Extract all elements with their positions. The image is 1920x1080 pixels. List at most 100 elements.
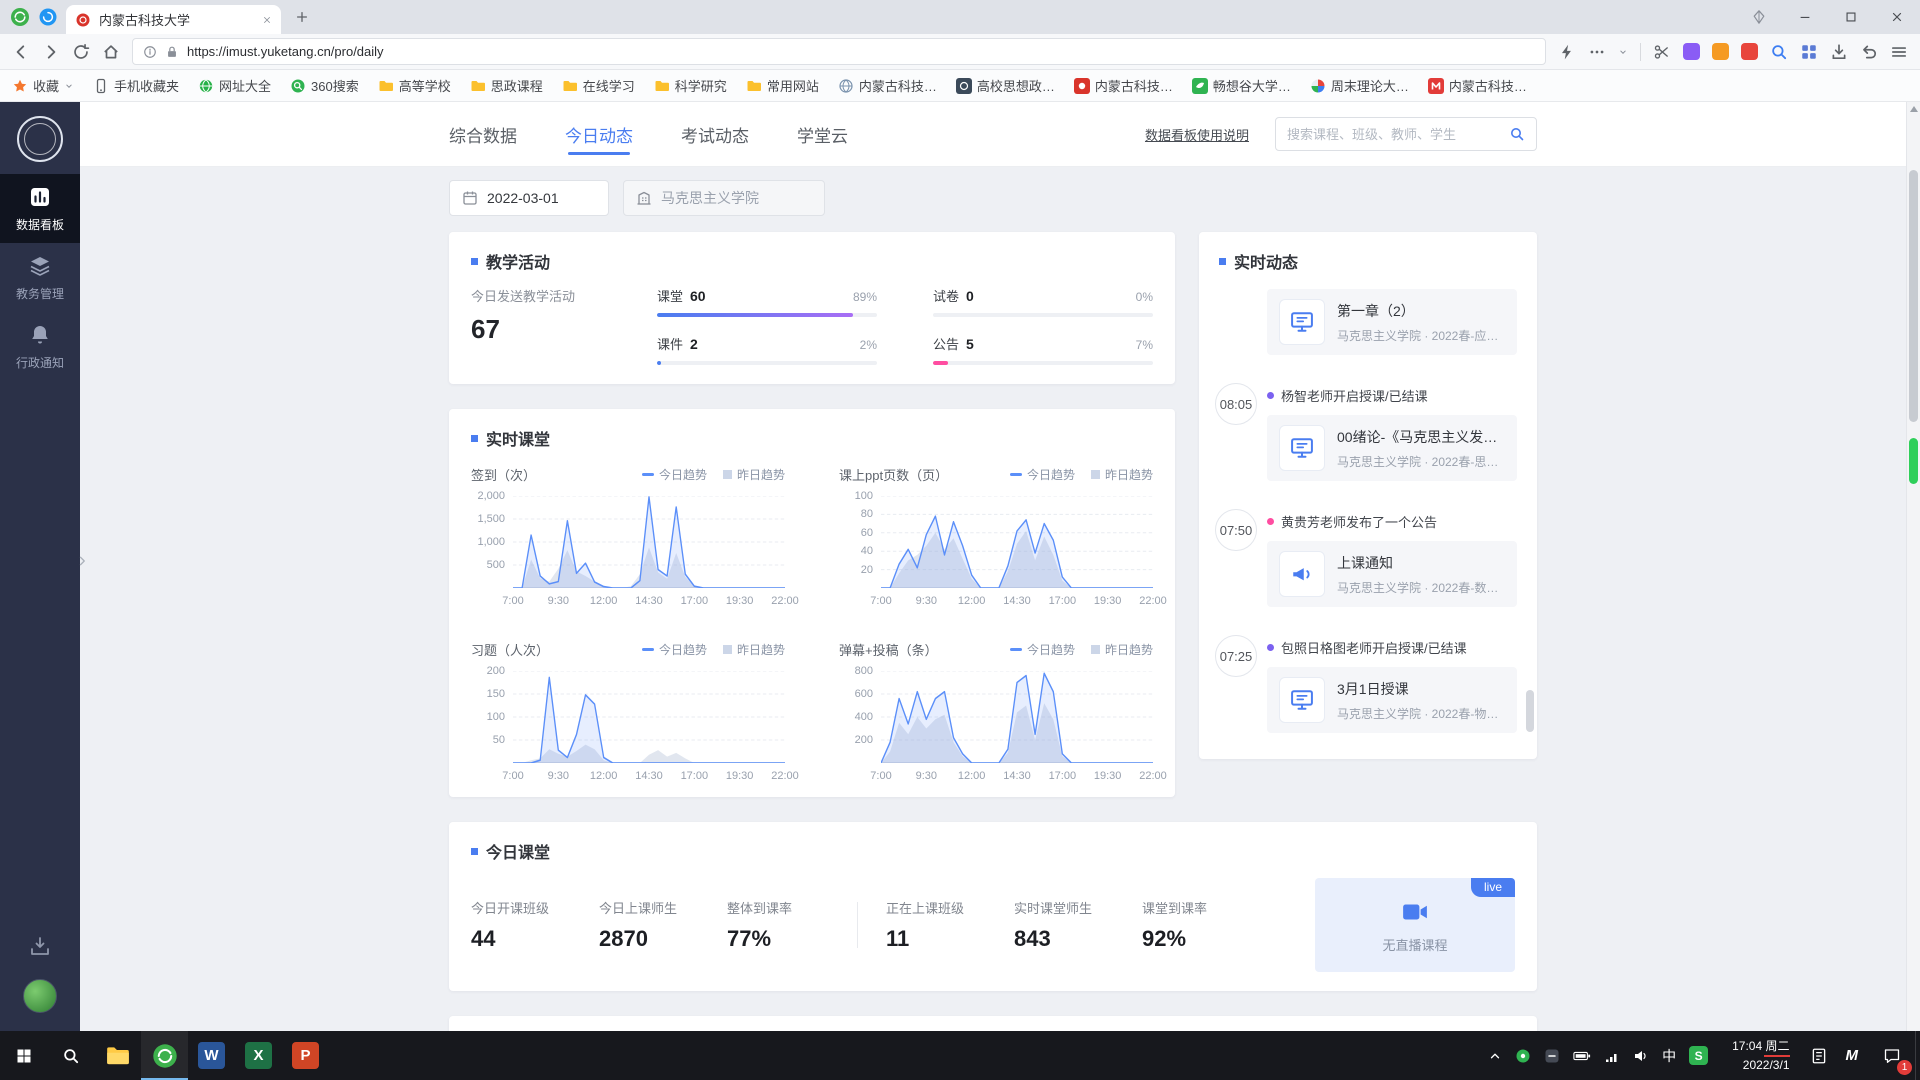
network-icon[interactable] bbox=[1604, 1048, 1620, 1064]
tray-360-icon[interactable] bbox=[1515, 1048, 1531, 1064]
page-header: 综合数据 今日动态 考试动态 学堂云 数据看板使用说明 bbox=[80, 102, 1906, 166]
file-explorer-icon bbox=[105, 1043, 131, 1069]
bookmark-item[interactable]: 360搜索 bbox=[290, 76, 359, 95]
maximize-button[interactable] bbox=[1828, 0, 1874, 34]
account-icon[interactable] bbox=[38, 7, 58, 27]
feed-card[interactable]: 3月1日授课 马克思主义学院 · 2022春-物… bbox=[1267, 667, 1517, 733]
tray-expand-icon[interactable] bbox=[1488, 1049, 1502, 1063]
tray-app-icon[interactable] bbox=[1544, 1048, 1560, 1064]
live-badge: live bbox=[1470, 878, 1515, 897]
bookmark-item[interactable]: 常用网站 bbox=[746, 76, 819, 95]
feed-card[interactable]: 第一章（2） 马克思主义学院 · 2022春-应… bbox=[1267, 289, 1517, 355]
user-avatar[interactable] bbox=[23, 979, 57, 1013]
extension-orange-icon[interactable] bbox=[1712, 43, 1729, 60]
search-input[interactable] bbox=[1287, 126, 1509, 142]
nav-tab-1[interactable]: 今日动态 bbox=[565, 114, 633, 155]
content: 2022-03-01 马克思主义学院 教学活动 今日发送教学活动 67 课堂 6… bbox=[80, 166, 1906, 1031]
bookmark-item[interactable]: 思政课程 bbox=[470, 76, 543, 95]
bookmark-item[interactable]: 在线学习 bbox=[562, 76, 635, 95]
screenshot-icon[interactable] bbox=[1653, 43, 1671, 61]
back-icon[interactable] bbox=[12, 43, 30, 61]
notification-button[interactable]: 1 bbox=[1868, 1031, 1915, 1080]
sidebar-item-dashboard[interactable]: 数据看板 bbox=[0, 174, 80, 243]
bookmark-item[interactable]: 收藏 bbox=[12, 76, 74, 95]
battery-icon[interactable] bbox=[1573, 1047, 1591, 1065]
caret-down-icon[interactable] bbox=[1618, 47, 1628, 57]
sidebar-expander[interactable] bbox=[76, 554, 88, 572]
tab-close-icon[interactable] bbox=[262, 15, 272, 25]
bookmark-item[interactable]: 科学研究 bbox=[654, 76, 727, 95]
bookmark-item[interactable]: 内蒙古科技… bbox=[1073, 76, 1173, 95]
minimize-button[interactable] bbox=[1782, 0, 1828, 34]
taskbar-powerpoint[interactable]: P bbox=[282, 1031, 329, 1080]
downloads-icon[interactable] bbox=[1830, 43, 1848, 61]
bookmark-item[interactable]: 高等学校 bbox=[378, 76, 451, 95]
start-button[interactable] bbox=[0, 1031, 47, 1080]
bookmark-item[interactable]: 高校思想政… bbox=[955, 76, 1055, 95]
close-button[interactable] bbox=[1874, 0, 1920, 34]
more-icon[interactable] bbox=[1588, 43, 1606, 61]
school-select[interactable]: 马克思主义学院 bbox=[623, 180, 825, 216]
search-icon[interactable] bbox=[1509, 126, 1525, 142]
feed-list[interactable]: 第一章（2） 马克思主义学院 · 2022春-应… 08:05 杨智老师开启授课/已结… bbox=[1199, 289, 1537, 747]
address-bar[interactable]: https://imust.yuketang.cn/pro/daily bbox=[132, 38, 1546, 65]
bookmark-item[interactable]: 畅想谷大学… bbox=[1191, 76, 1291, 95]
nav-tab-3[interactable]: 学堂云 bbox=[797, 114, 848, 155]
taskbar-file-explorer[interactable] bbox=[94, 1031, 141, 1080]
download-tray-icon[interactable] bbox=[28, 935, 52, 959]
sidebar-item-bell[interactable]: 行政通知 bbox=[0, 312, 80, 381]
ime-indicator[interactable]: 中 bbox=[1662, 1046, 1676, 1066]
scrollbar-thumb[interactable] bbox=[1909, 170, 1918, 422]
taskbar-search-button[interactable] bbox=[47, 1031, 94, 1080]
show-desktop-strip[interactable] bbox=[1915, 1031, 1920, 1080]
browser-logo-icon[interactable] bbox=[10, 7, 30, 27]
bookmark-item[interactable]: 网址大全 bbox=[198, 76, 271, 95]
feed-card-subtitle: 马克思主义学院 · 2022春-应… bbox=[1337, 328, 1499, 343]
apps-grid-icon[interactable] bbox=[1800, 43, 1818, 61]
sogou-ime-icon[interactable]: S bbox=[1689, 1046, 1709, 1065]
url-text[interactable]: https://imust.yuketang.cn/pro/daily bbox=[187, 44, 384, 59]
home-icon[interactable] bbox=[102, 43, 120, 61]
bookmark-item[interactable]: 内蒙古科技… bbox=[1427, 76, 1527, 95]
help-link[interactable]: 数据看板使用说明 bbox=[1145, 125, 1249, 144]
browser-tab[interactable]: 内蒙古科技大学 bbox=[66, 5, 281, 34]
layers-icon bbox=[28, 254, 52, 278]
feed-card[interactable]: 上课通知 马克思主义学院 · 2022春-数… bbox=[1267, 541, 1517, 607]
extension-purple-icon[interactable] bbox=[1683, 43, 1700, 60]
today-stat-value: 2870 bbox=[599, 926, 648, 951]
restore-tab-icon[interactable] bbox=[1860, 43, 1878, 61]
forward-icon[interactable] bbox=[42, 43, 60, 61]
bookmark-label: 高校思想政… bbox=[976, 79, 1055, 94]
m-app-icon[interactable]: M bbox=[1846, 1047, 1859, 1064]
taskbar-clock[interactable]: 17:04 周二 2022/3/1 bbox=[1720, 1039, 1801, 1073]
feed-scrollbar-thumb[interactable] bbox=[1526, 690, 1534, 732]
search-extension-icon[interactable] bbox=[1770, 43, 1788, 61]
taskbar-word[interactable]: W bbox=[188, 1031, 235, 1080]
taskbar-browser-360[interactable] bbox=[141, 1031, 188, 1080]
refresh-icon[interactable] bbox=[72, 43, 90, 61]
turbo-icon[interactable] bbox=[1558, 43, 1576, 61]
feed-card-subtitle: 马克思主义学院 · 2022春-思… bbox=[1337, 454, 1499, 469]
bookmark-item[interactable]: 手机收藏夹 bbox=[93, 76, 179, 95]
menu-icon[interactable] bbox=[1890, 43, 1908, 61]
extension-red-icon[interactable] bbox=[1741, 43, 1758, 60]
bookmark-item[interactable]: 周末理论大… bbox=[1310, 76, 1409, 95]
nav-tab-0[interactable]: 综合数据 bbox=[449, 114, 517, 155]
today-stat-label: 正在上课班级 bbox=[886, 901, 965, 916]
page-info-icon[interactable] bbox=[143, 45, 157, 59]
volume-icon[interactable] bbox=[1633, 1048, 1649, 1064]
nav-tab-2[interactable]: 考试动态 bbox=[681, 114, 749, 155]
journal-icon[interactable] bbox=[1810, 1047, 1828, 1065]
search-box[interactable] bbox=[1275, 117, 1537, 151]
sidebar-item-layers[interactable]: 教务管理 bbox=[0, 243, 80, 312]
taskbar-excel[interactable]: X bbox=[235, 1031, 282, 1080]
page-scrollbar[interactable] bbox=[1906, 102, 1920, 1031]
bookmark-item[interactable]: 内蒙古科技… bbox=[838, 76, 937, 95]
scroll-up-arrow[interactable] bbox=[1909, 106, 1918, 112]
date-picker[interactable]: 2022-03-01 bbox=[449, 180, 609, 216]
theme-button[interactable] bbox=[1736, 0, 1782, 34]
new-tab-icon[interactable] bbox=[295, 10, 309, 24]
feed-card[interactable]: 00绪论-《马克思主义发… 马克思主义学院 · 2022春-思… bbox=[1267, 415, 1517, 481]
today-stat-value: 92% bbox=[1142, 926, 1187, 951]
nav-tab-label: 综合数据 bbox=[449, 126, 517, 146]
